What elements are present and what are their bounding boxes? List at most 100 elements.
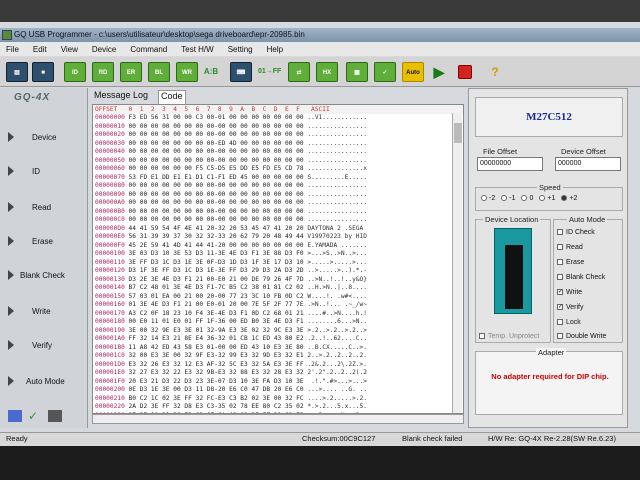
hex-row[interactable]: 00000100 3E 03 D3 10 3E 53 D3 11-3E 4E D…	[95, 250, 463, 259]
side-read[interactable]: Read	[8, 200, 86, 214]
swap-icon[interactable]: ⇄	[288, 62, 310, 82]
hex-row[interactable]: 00000110 3E FF D3 1C D3 1E 3E 0F-D3 1D D…	[95, 259, 463, 268]
vertical-scrollbar[interactable]	[452, 113, 462, 413]
auto-option-checkbox[interactable]: Read	[557, 244, 583, 251]
blank-check-button[interactable]: BL	[148, 62, 170, 82]
hex-row[interactable]: 00000130 D3 2E 3E 4E D3 F1 21 00-E0 21 0…	[95, 276, 463, 285]
hex-row[interactable]: 000001C0 32 00 E3 3E 00 32 9F E3-32 99 E…	[95, 352, 463, 361]
read-button[interactable]: RD	[92, 62, 114, 82]
speed-radio[interactable]: +2	[561, 195, 577, 202]
hex-row[interactable]: 00000170 A3 C2 0F 18 23 10 F4 3E-4E D3 F…	[95, 310, 463, 319]
hex-row[interactable]: 000000F0 45 2E 59 41 4D 41 44 41-20 00 0…	[95, 242, 463, 251]
hex-row[interactable]: 000001D0 E3 32 26 E3 32 12 E3 AF-32 5C E…	[95, 361, 463, 370]
hex-row[interactable]: 000000E0 56 31 39 39 37 30 32 32-33 20 6…	[95, 233, 463, 242]
hex-row[interactable]: 00000060 00 00 00 00 00 00 F5 C5-D5 E5 D…	[95, 165, 463, 174]
hex-row[interactable]: 00000180 00 E0 11 01 E0 01 FF 1F-36 00 E…	[95, 318, 463, 327]
hex-row[interactable]: 000000D0 44 41 59 54 4F 4E 41 20-32 20 5…	[95, 225, 463, 234]
write-button[interactable]: WR	[176, 62, 198, 82]
auto-option-checkbox[interactable]: Lock	[557, 319, 581, 326]
hex-row[interactable]: 00000160 01 3E 4E D3 F1 21 00 E0-01 20 0…	[95, 301, 463, 310]
erase-button[interactable]: ER	[120, 62, 142, 82]
tab-code[interactable]: Code	[158, 90, 186, 104]
auto-button[interactable]: Auto	[402, 62, 424, 82]
device-offset-field[interactable]: 000000	[555, 157, 621, 171]
hex-row[interactable]: 00000090 00 00 00 00 00 00 00 00-00 00 0…	[95, 191, 463, 200]
arrow-right-icon	[8, 166, 14, 176]
file-offset-field[interactable]: 00000000	[477, 157, 543, 171]
menu-setting[interactable]: Setting	[228, 45, 253, 54]
menu-file[interactable]: File	[6, 45, 19, 54]
menu-edit[interactable]: Edit	[33, 45, 47, 54]
open-icon[interactable]: ▤	[6, 62, 28, 82]
side-write-label: Write	[32, 306, 51, 316]
auto-option-checkbox[interactable]: Blank Check	[557, 274, 605, 281]
side-verify[interactable]: Verify	[8, 338, 86, 352]
hex-row[interactable]: 00000200 0E D3 1E 3E 00 D3 11 D8-20 E6 C…	[95, 386, 463, 395]
auto-option-checkbox[interactable]: Erase	[557, 259, 584, 266]
auto-option-checkbox[interactable]: ✓ Write	[557, 289, 582, 296]
hex-row[interactable]: 00000030 00 00 00 00 00 00 00 00-ED 4D 0…	[95, 140, 463, 149]
hex-row[interactable]: 000001F0 20 E3 21 D3 22 D3 23 3E-07 D3 1…	[95, 378, 463, 387]
side-write[interactable]: Write	[8, 304, 86, 318]
menu-device[interactable]: Device	[92, 45, 116, 54]
hex-row[interactable]: 00000190 3E 00 32 9E E3 3E 01 32-9A E3 3…	[95, 327, 463, 336]
menu-command[interactable]: Command	[130, 45, 167, 54]
horizontal-scrollbar[interactable]	[92, 414, 464, 424]
side-blank-check[interactable]: Blank Check	[8, 268, 86, 282]
hex-row[interactable]: 000001B0 11 A8 42 ED 43 58 E3 01-00 00 E…	[95, 344, 463, 353]
hex-row[interactable]: 000000B0 00 00 00 00 00 00 00 00-00 00 0…	[95, 208, 463, 217]
speed-radio[interactable]: +1	[539, 195, 555, 202]
menu-test-hw[interactable]: Test H/W	[181, 45, 213, 54]
hex-row[interactable]: 000001A0 FF 32 14 E3 21 8E E4 36-32 01 C…	[95, 335, 463, 344]
verify2-icon[interactable]: ✓	[374, 62, 396, 82]
side-id[interactable]: ID	[8, 164, 86, 178]
arrow-right-icon	[8, 236, 14, 246]
play-icon[interactable]: ▶	[428, 62, 450, 82]
speed-radio[interactable]: 0	[521, 195, 533, 202]
hex-row[interactable]: 00000120 D3 1F 3E FF D3 1C D3 1E-3E FF D…	[95, 267, 463, 276]
hex-row[interactable]: 00000150 57 03 01 EA 00 21 00 20-00 77 2…	[95, 293, 463, 302]
side-device[interactable]: Device	[8, 130, 86, 144]
fill-button[interactable]: 01→FF	[258, 62, 281, 82]
menu-help[interactable]: Help	[267, 45, 283, 54]
hex-row[interactable]: 000001E0 32 27 E3 32 22 E3 32 9B-E3 32 8…	[95, 369, 463, 378]
hex-row[interactable]: 00000220 2A D2 3E FF 32 D8 E3 C3-35 02 7…	[95, 403, 463, 412]
id-button[interactable]: ID	[64, 62, 86, 82]
menu-view[interactable]: View	[61, 45, 78, 54]
side-erase[interactable]: Erase	[8, 234, 86, 248]
hex-row[interactable]: 00000210 B0 C2 1C 02 3E FF 32 FC-E3 C3 B…	[95, 395, 463, 404]
hex-icon[interactable]: HX	[316, 62, 338, 82]
stop-icon[interactable]	[458, 65, 472, 79]
hex-row[interactable]: 00000070 53 FD E1 DD E1 E1 D1 C1-F1 ED 4…	[95, 174, 463, 183]
speed-radio[interactable]: -1	[501, 195, 515, 202]
hex-row[interactable]: 00000020 00 00 00 00 00 00 00 00-00 00 0…	[95, 131, 463, 140]
hex-row[interactable]: 00000080 00 00 00 00 00 00 00 00-00 00 0…	[95, 182, 463, 191]
adapter-label: Adapter	[536, 348, 567, 357]
speed-radio-label: -2	[489, 195, 496, 202]
save-icon[interactable]: ■	[32, 62, 54, 82]
hex-editor[interactable]: OFFSET 0 1 2 3 4 5 6 7 8 9 A B C D E F A…	[92, 104, 464, 414]
keyboard-icon[interactable]: ⌨	[230, 62, 252, 82]
tab-message-log[interactable]: Message Log	[92, 90, 150, 104]
hex-row[interactable]: 00000050 00 00 00 00 00 00 00 00-00 00 0…	[95, 157, 463, 166]
hex-ascii: ................	[307, 207, 367, 215]
auto-mode-label: Auto Mode	[567, 215, 608, 224]
auto-option-checkbox[interactable]: ✓ Verify	[557, 304, 584, 311]
hex-row[interactable]: 000000A0 00 00 00 00 00 00 00 00-00 00 0…	[95, 199, 463, 208]
speed-radio[interactable]: -2	[481, 195, 495, 202]
checkbox-icon: ✓	[557, 289, 564, 296]
hex-row[interactable]: 00000140 B7 C2 48 01 3E 4E D3 F1-7C B5 C…	[95, 284, 463, 293]
chip-icon[interactable]: ▦	[346, 62, 368, 82]
double-write-checkbox[interactable]: Double Write	[557, 333, 606, 340]
scroll-thumb[interactable]	[454, 123, 462, 143]
help-icon[interactable]: ?	[484, 62, 506, 82]
adapter-box: Adapter No adapter required for DIP chip…	[475, 348, 623, 415]
hex-row[interactable]: 00000000 F3 ED 56 31 00 00 C3 00-01 00 0…	[95, 114, 463, 123]
hex-row[interactable]: 00000010 00 00 00 00 00 00 00 00-00 00 0…	[95, 123, 463, 132]
hex-row[interactable]: 00000040 00 00 00 00 00 00 00 00-00 00 0…	[95, 148, 463, 157]
auto-option-checkbox[interactable]: ID Check	[557, 229, 595, 236]
compare-button[interactable]: A:B	[200, 62, 222, 82]
side-auto-mode[interactable]: Auto Mode	[8, 374, 86, 388]
hex-row[interactable]: 000000C0 00 00 00 00 00 00 00 00-00 00 0…	[95, 216, 463, 225]
hex-address: 00000000	[95, 114, 125, 121]
